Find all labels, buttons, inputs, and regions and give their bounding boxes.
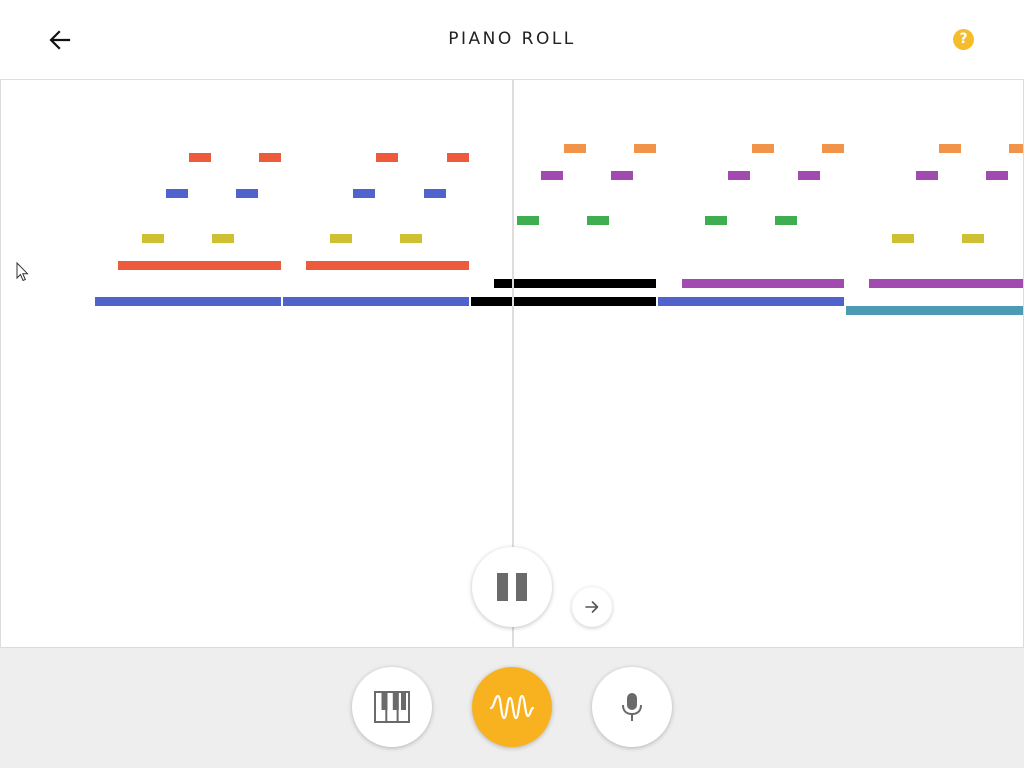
note-blue-long <box>658 297 844 306</box>
microphone-icon <box>622 693 642 721</box>
note-orange <box>1009 144 1023 153</box>
note-blue <box>424 189 446 198</box>
waveform-icon <box>490 694 534 720</box>
next-button[interactable] <box>572 587 612 627</box>
pause-button[interactable] <box>472 547 552 627</box>
wave-mode-button[interactable] <box>472 667 552 747</box>
note-red-long <box>306 261 469 270</box>
note-orange <box>822 144 844 153</box>
note-green <box>517 216 539 225</box>
note-yellow <box>962 234 984 243</box>
mouse-cursor-icon <box>16 262 29 282</box>
note-blue-long <box>95 297 281 306</box>
note-yellow <box>212 234 234 243</box>
piano-mode-button[interactable] <box>352 667 432 747</box>
help-button[interactable]: ? <box>953 29 974 50</box>
note-blue-long <box>283 297 469 306</box>
note-orange <box>634 144 656 153</box>
pause-bar <box>497 573 508 601</box>
note-purple <box>986 171 1008 180</box>
microphone-mode-button[interactable] <box>592 667 672 747</box>
note-red <box>447 153 469 162</box>
note-black-long <box>471 297 656 306</box>
note-black-long <box>494 279 656 288</box>
note-blue <box>166 189 188 198</box>
header: PIANO ROLL ? <box>0 0 1024 80</box>
note-purple <box>798 171 820 180</box>
mode-bar <box>0 647 1024 768</box>
note-red <box>376 153 398 162</box>
note-purple <box>541 171 563 180</box>
note-yellow <box>142 234 164 243</box>
note-blue <box>236 189 258 198</box>
note-orange <box>752 144 774 153</box>
pause-bar <box>516 573 527 601</box>
note-red <box>259 153 281 162</box>
note-purple-long <box>682 279 844 288</box>
note-purple <box>916 171 938 180</box>
note-purple <box>611 171 633 180</box>
note-purple-long <box>869 279 1023 288</box>
arrow-right-icon <box>585 601 599 613</box>
note-yellow <box>330 234 352 243</box>
piano-keys-icon <box>374 691 410 723</box>
note-red <box>189 153 211 162</box>
page-title: PIANO ROLL <box>448 29 576 49</box>
note-green <box>705 216 727 225</box>
note-teal-long <box>846 306 1023 315</box>
note-green <box>775 216 797 225</box>
note-orange <box>564 144 586 153</box>
note-yellow <box>892 234 914 243</box>
note-orange <box>939 144 961 153</box>
note-blue <box>353 189 375 198</box>
note-yellow <box>400 234 422 243</box>
note-purple <box>728 171 750 180</box>
pause-icon <box>497 573 527 601</box>
note-green <box>587 216 609 225</box>
note-red-long <box>118 261 281 270</box>
